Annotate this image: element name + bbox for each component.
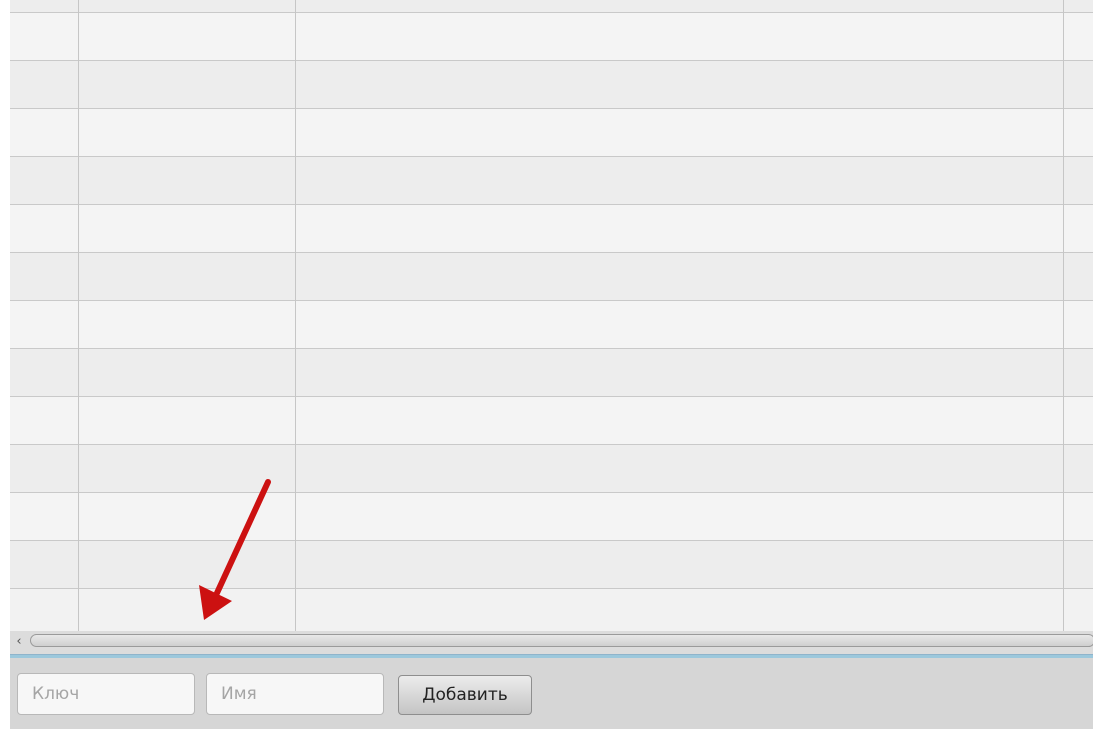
scrollbar-thumb[interactable]	[30, 634, 1093, 647]
name-input[interactable]	[206, 673, 384, 715]
table-row[interactable]	[10, 301, 1093, 349]
table-row[interactable]	[10, 109, 1093, 157]
table-row[interactable]	[10, 541, 1093, 589]
table-row[interactable]	[10, 349, 1093, 397]
column-divider[interactable]	[78, 0, 79, 631]
data-table[interactable]	[10, 0, 1093, 631]
bottom-toolbar: Добавить	[10, 658, 1093, 729]
table-row[interactable]	[10, 493, 1093, 541]
table-row[interactable]	[10, 253, 1093, 301]
table-row[interactable]	[10, 157, 1093, 205]
add-button[interactable]: Добавить	[398, 675, 532, 715]
table-row[interactable]	[10, 0, 1093, 13]
table-row[interactable]	[10, 13, 1093, 61]
table-row[interactable]	[10, 445, 1093, 493]
key-input[interactable]	[17, 673, 195, 715]
column-divider[interactable]	[1063, 0, 1064, 631]
table-row[interactable]	[10, 397, 1093, 445]
chevron-left-icon[interactable]: ‹	[10, 633, 28, 651]
column-divider[interactable]	[295, 0, 296, 631]
horizontal-scrollbar[interactable]: ‹	[10, 631, 1093, 655]
app-window: ‹ Добавить	[0, 0, 1093, 729]
table-row[interactable]	[10, 205, 1093, 253]
table-row[interactable]	[10, 61, 1093, 109]
